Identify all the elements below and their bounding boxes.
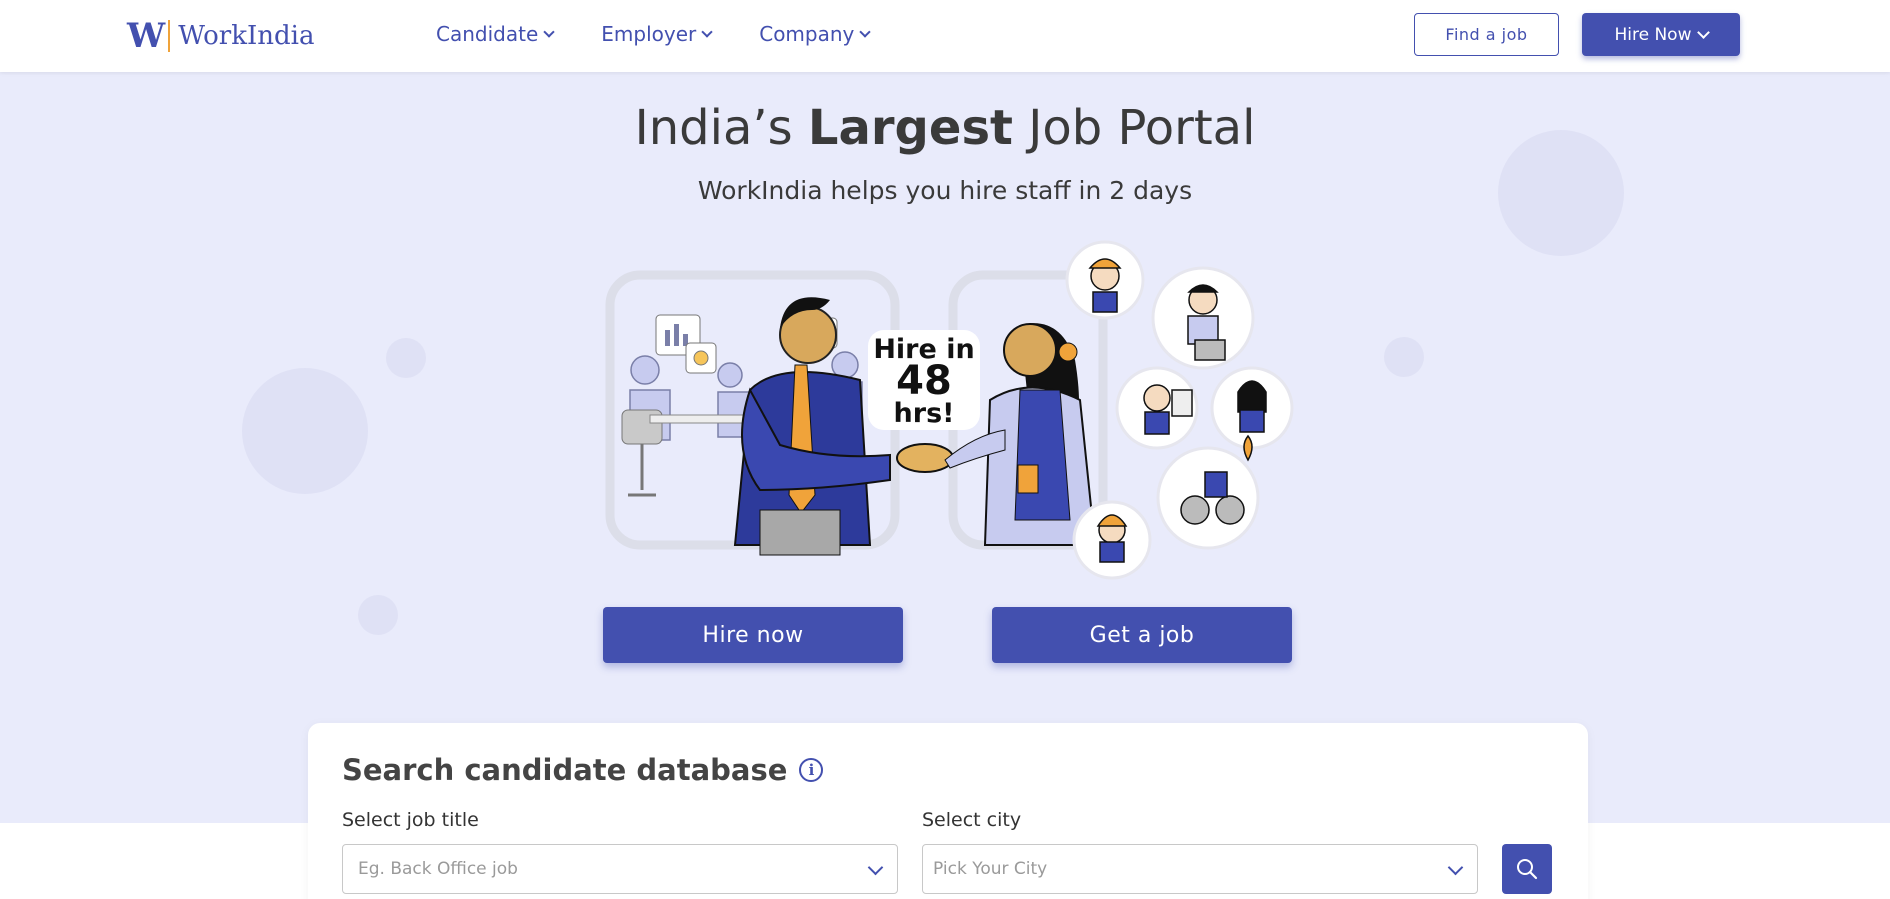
city-placeholder: Pick Your City (933, 859, 1048, 879)
hire-now-label: Hire Now (1614, 24, 1692, 45)
nav-employer-label: Employer (601, 22, 697, 46)
search-icon (1517, 859, 1538, 880)
hire-now-button[interactable]: Hire now (603, 607, 903, 663)
hero-title-post: Job Portal (1012, 100, 1256, 156)
decor-circle (1384, 337, 1424, 377)
city-select[interactable]: Pick Your City (922, 844, 1478, 894)
bubble-line3: hrs! (894, 398, 955, 429)
search-title-text: Search candidate database (342, 753, 788, 787)
chevron-down-icon (1696, 26, 1710, 39)
hiring-illustration: ₹ Hire in 48 hrs! (605, 240, 1294, 580)
chevron-down-icon (867, 859, 884, 876)
hire-now-dropdown-button[interactable]: Hire Now (1582, 13, 1740, 56)
decor-circle (358, 595, 398, 635)
info-icon[interactable]: i (799, 758, 824, 782)
nav-candidate[interactable]: Candidate (436, 22, 555, 46)
top-navbar: W WorkIndia Candidate Employer Company F… (0, 0, 1890, 72)
hero-subtitle: WorkIndia helps you hire staff in 2 days (697, 176, 1193, 205)
job-title-select[interactable]: Eg. Back Office job (342, 844, 898, 894)
find-job-button[interactable]: Find a job (1414, 13, 1559, 56)
chevron-down-icon (701, 26, 713, 38)
hero-title-pre: India’s (634, 100, 808, 156)
logo-divider (168, 20, 171, 52)
logo-mark: W (127, 16, 165, 56)
nav-company-label: Company (759, 22, 855, 46)
nav-company[interactable]: Company (759, 22, 872, 46)
nav-employer[interactable]: Employer (601, 22, 713, 46)
chevron-down-icon (859, 26, 872, 38)
hero-title-bold: Largest (807, 100, 1013, 156)
city-label: Select city (922, 809, 1022, 831)
decor-circle (242, 368, 368, 494)
search-button[interactable] (1502, 844, 1552, 894)
search-candidate-card: Search candidate database i Select job t… (308, 723, 1588, 899)
main-nav: Candidate Employer Company (436, 22, 872, 46)
logo-text: WorkIndia (178, 21, 315, 51)
chevron-down-icon (543, 26, 555, 38)
decor-circle (386, 338, 426, 378)
job-title-placeholder: Eg. Back Office job (358, 859, 518, 879)
hero-title: India’s Largest Job Portal (0, 100, 1890, 156)
nav-candidate-label: Candidate (436, 22, 539, 46)
job-title-label: Select job title (342, 809, 479, 831)
get-a-job-button[interactable]: Get a job (992, 607, 1292, 663)
workindia-logo[interactable]: W WorkIndia (127, 16, 314, 56)
search-card-title: Search candidate database i (342, 753, 824, 787)
chevron-down-icon (1447, 859, 1464, 876)
